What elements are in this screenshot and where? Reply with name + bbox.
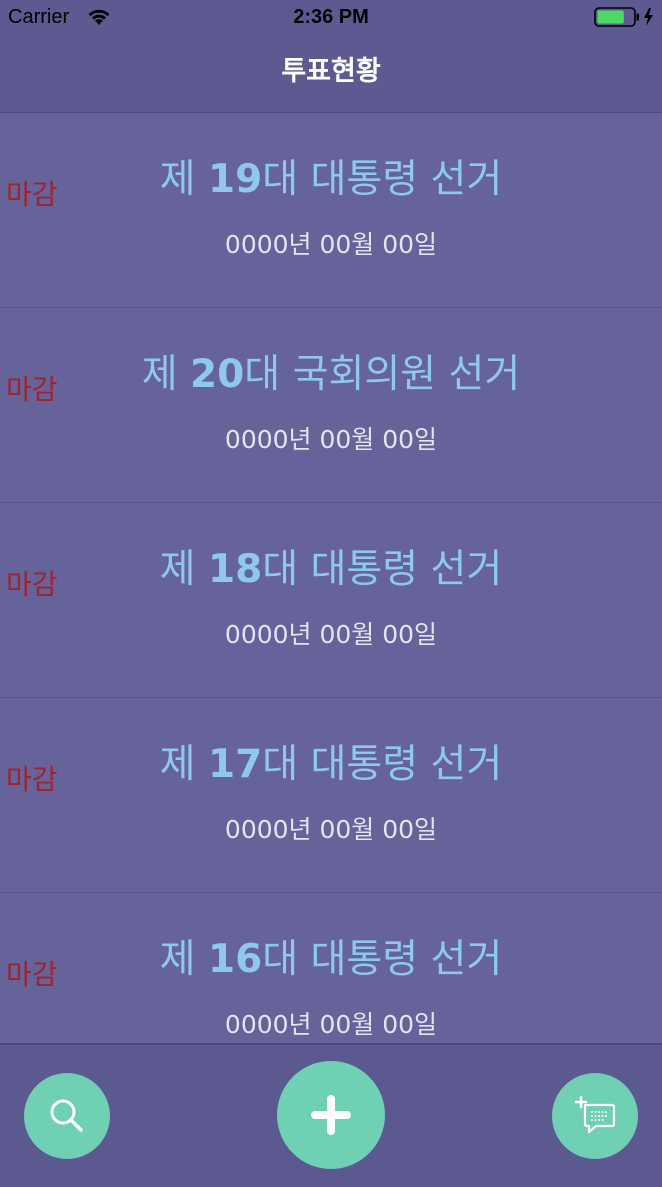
election-name: 대 대통령 선거 <box>262 547 503 592</box>
navigation-bar: Carrier 2:36 PM 투표현황 <box>0 0 662 113</box>
status-bar: Carrier 2:36 PM <box>0 0 662 34</box>
election-row[interactable]: 마감 제 16대 대통령 선거 0000년 00월 00일 <box>0 893 662 1043</box>
election-date: 0000년 00월 00일 <box>224 230 438 259</box>
title-prefix: 제 <box>159 547 208 592</box>
election-title: 제 19대 대통령 선거 <box>0 153 662 207</box>
add-comment-button[interactable] <box>552 1073 638 1159</box>
election-date: 0000년 00월 00일 <box>224 425 438 454</box>
election-name: 대 국회의원 선거 <box>244 352 521 397</box>
election-row[interactable]: 마감 제 17대 대통령 선거 0000년 00월 00일 <box>0 698 662 893</box>
election-title: 제 17대 대통령 선거 <box>0 738 662 792</box>
title-prefix: 제 <box>159 937 208 982</box>
title-prefix: 제 <box>141 352 191 397</box>
search-button[interactable] <box>24 1073 110 1159</box>
election-name: 대 대통령 선거 <box>262 742 503 787</box>
election-number: 17 <box>207 742 263 787</box>
election-row[interactable]: 마감 제 20대 국회의원 선거 0000년 00월 00일 <box>0 308 662 503</box>
election-date: 0000년 00월 00일 <box>224 1010 438 1039</box>
title-prefix: 제 <box>159 157 208 202</box>
bottom-toolbar <box>0 1043 662 1187</box>
election-list[interactable]: 마감 제 19대 대통령 선거 0000년 00월 00일 마감 제 20대 국… <box>0 113 662 1043</box>
election-number: 20 <box>190 352 245 397</box>
election-date: 0000년 00월 00일 <box>224 815 438 844</box>
election-title: 제 18대 대통령 선거 <box>0 543 662 597</box>
election-title: 제 16대 대통령 선거 <box>0 933 662 987</box>
election-title: 제 20대 국회의원 선거 <box>0 348 662 402</box>
add-election-button[interactable] <box>277 1061 385 1169</box>
clock: 2:36 PM <box>293 6 369 28</box>
election-name: 대 대통령 선거 <box>262 937 503 982</box>
election-number: 16 <box>207 937 263 982</box>
battery-icon <box>594 7 658 27</box>
title-prefix: 제 <box>159 742 208 787</box>
election-row[interactable]: 마감 제 18대 대통령 선거 0000년 00월 00일 <box>0 503 662 698</box>
election-number: 19 <box>207 157 263 202</box>
election-number: 18 <box>207 547 263 592</box>
election-date: 0000년 00월 00일 <box>224 620 438 649</box>
election-name: 대 대통령 선거 <box>262 157 503 202</box>
page-title: 투표현황 <box>281 56 381 87</box>
election-row[interactable]: 마감 제 19대 대통령 선거 0000년 00월 00일 <box>0 113 662 308</box>
